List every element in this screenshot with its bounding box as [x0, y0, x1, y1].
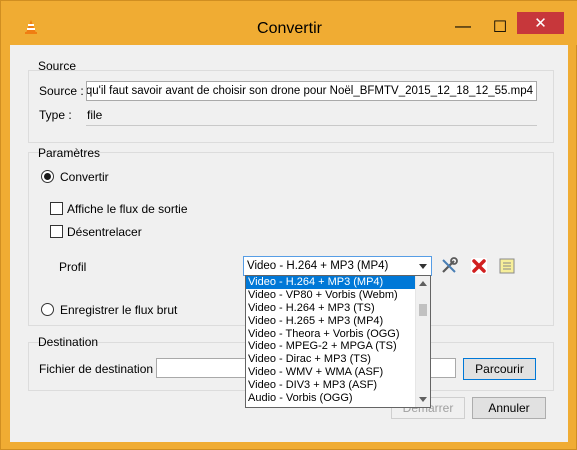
- close-icon: ✕: [534, 15, 547, 32]
- type-value: file: [87, 108, 103, 122]
- destination-file-label: Fichier de destination :: [39, 362, 160, 376]
- profile-option[interactable]: Video - Theora + Vorbis (OGG): [246, 328, 416, 341]
- profile-option[interactable]: Video - WMV + WMA (ASF): [246, 366, 416, 379]
- dropdown-scrollbar[interactable]: [415, 276, 430, 407]
- source-divider: [86, 125, 537, 126]
- parameters-group-title: Paramètres: [38, 146, 101, 160]
- profile-option[interactable]: Video - MPEG-2 + MPGA (TS): [246, 340, 416, 353]
- new-document-icon: [499, 258, 515, 274]
- profile-selected-value: Video - H.264 + MP3 (MP4): [247, 260, 389, 272]
- raw-stream-radio[interactable]: [41, 303, 54, 316]
- convert-radio-label[interactable]: Convertir: [60, 170, 109, 184]
- close-button[interactable]: ✕: [517, 12, 564, 34]
- deinterlace-label[interactable]: Désentrelacer: [67, 225, 142, 239]
- scroll-thumb[interactable]: [419, 304, 427, 316]
- maximize-button[interactable]: ☐: [487, 14, 513, 40]
- edit-profile-button[interactable]: [438, 255, 460, 277]
- profile-option[interactable]: Audio - Vorbis (OGG): [246, 392, 416, 405]
- type-label: Type :: [39, 108, 72, 122]
- minimize-button[interactable]: —: [450, 14, 476, 40]
- title-bar[interactable]: Convertir — ☐ ✕: [1, 1, 577, 45]
- source-label: Source :: [39, 84, 84, 98]
- source-path-value: ps/Ce qu'il faut savoir avant de choisir…: [86, 85, 533, 97]
- profile-option[interactable]: Video - H.264 + MP3 (TS): [246, 302, 416, 315]
- profile-select[interactable]: Video - H.264 + MP3 (MP4): [243, 256, 432, 276]
- profile-option[interactable]: Video - Dirac + MP3 (TS): [246, 353, 416, 366]
- convert-dialog: Convertir — ☐ ✕ Source Source : ps/Ce qu…: [0, 0, 577, 450]
- dialog-body: Source Source : ps/Ce qu'il faut savoir …: [10, 45, 568, 442]
- profile-option[interactable]: Video - H.264 + MP3 (MP4): [246, 276, 416, 289]
- new-profile-button[interactable]: [496, 255, 518, 277]
- minimize-icon: —: [455, 18, 471, 35]
- chevron-down-icon: [419, 264, 427, 269]
- wrench-screwdriver-icon: [442, 257, 458, 273]
- profile-options: Video - H.264 + MP3 (MP4) Video - VP80 + …: [246, 276, 430, 405]
- destination-group-title: Destination: [38, 335, 99, 349]
- raw-stream-label[interactable]: Enregistrer le flux brut: [60, 303, 177, 317]
- maximize-icon: ☐: [492, 19, 508, 36]
- source-path-field[interactable]: ps/Ce qu'il faut savoir avant de choisir…: [86, 81, 537, 101]
- show-output-label[interactable]: Affiche le flux de sortie: [67, 202, 188, 216]
- cancel-button[interactable]: Annuler: [472, 397, 546, 419]
- deinterlace-checkbox[interactable]: [50, 225, 63, 238]
- profile-label: Profil: [59, 260, 87, 274]
- scroll-up-icon[interactable]: [419, 281, 427, 286]
- browse-button[interactable]: Parcourir: [463, 358, 536, 380]
- convert-radio[interactable]: [41, 170, 54, 183]
- source-group-title: Source: [38, 59, 77, 73]
- profile-option[interactable]: Video - H.265 + MP3 (MP4): [246, 315, 416, 328]
- delete-profile-button[interactable]: [468, 255, 490, 277]
- show-output-checkbox[interactable]: [50, 202, 63, 215]
- profile-option[interactable]: Video - DIV3 + MP3 (ASF): [246, 379, 416, 392]
- vlc-cone-icon: [25, 20, 37, 34]
- profile-dropdown-list[interactable]: Video - H.264 + MP3 (MP4) Video - VP80 + …: [245, 275, 431, 408]
- profile-option[interactable]: Video - VP80 + Vorbis (Webm): [246, 289, 416, 302]
- delete-x-icon: [471, 258, 487, 274]
- scroll-down-icon[interactable]: [419, 397, 427, 402]
